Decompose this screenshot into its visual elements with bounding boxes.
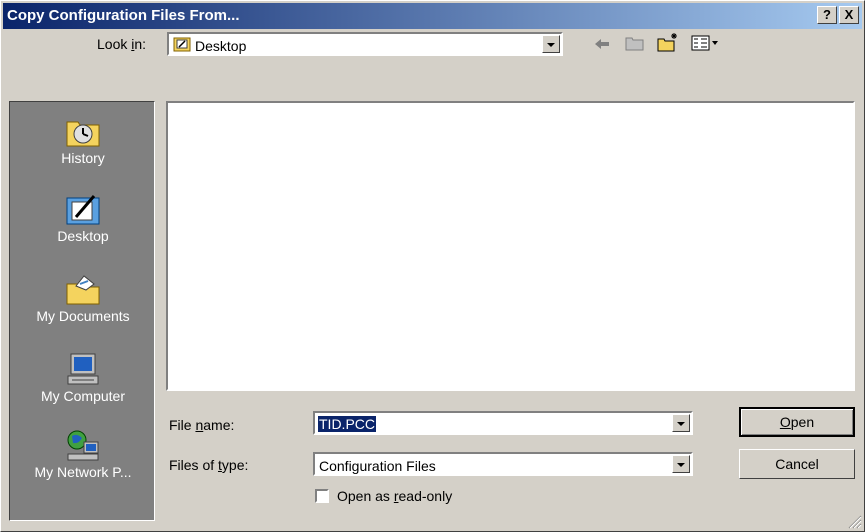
places-bar: History Desktop My Documents My Computer… (9, 101, 155, 521)
place-history[interactable]: History (10, 114, 156, 166)
desktop-icon (66, 195, 100, 225)
place-desktop[interactable]: Desktop (10, 192, 156, 244)
close-button[interactable]: X (839, 6, 859, 24)
my-computer-icon (67, 353, 99, 385)
lookin-dropdown-arrow[interactable] (542, 35, 560, 53)
filename-input[interactable]: TID.PCC (313, 411, 693, 435)
place-network[interactable]: My Network P... (10, 428, 156, 480)
place-label: My Documents (36, 308, 130, 324)
place-label: Desktop (57, 228, 109, 244)
place-my-computer[interactable]: My Computer (10, 352, 156, 404)
open-button[interactable]: Open (739, 407, 855, 437)
new-folder-icon[interactable] (657, 32, 679, 52)
desktop-small-icon (173, 37, 191, 52)
lookin-label: Look in: (97, 36, 147, 52)
readonly-label[interactable]: Open as read-only (337, 488, 452, 504)
filetype-label: Files of type: (169, 457, 249, 473)
place-my-documents[interactable]: My Documents (10, 272, 156, 324)
resize-grip-icon[interactable] (848, 515, 862, 529)
filetype-combo[interactable]: Configuration Files (313, 452, 693, 476)
dialog-title: Copy Configuration Files From... (7, 7, 240, 24)
network-icon (67, 430, 99, 461)
file-dialog: Copy Configuration Files From... ? X Loo… (0, 0, 865, 532)
place-label: My Computer (40, 388, 126, 404)
title-bar[interactable]: Copy Configuration Files From... ? X (3, 3, 862, 29)
my-documents-icon (66, 275, 100, 305)
lookin-combo[interactable]: Desktop (167, 32, 563, 56)
help-button[interactable]: ? (817, 6, 837, 24)
view-menu-icon[interactable] (691, 35, 721, 51)
readonly-checkbox[interactable] (315, 489, 329, 503)
history-icon (66, 121, 100, 147)
back-icon[interactable] (593, 37, 611, 51)
filetype-value: Configuration Files (319, 458, 436, 474)
lookin-value: Desktop (195, 38, 247, 54)
cancel-button[interactable]: Cancel (739, 449, 855, 479)
up-folder-icon[interactable] (625, 34, 645, 52)
file-list[interactable] (166, 101, 855, 391)
filename-dropdown-arrow[interactable] (672, 414, 690, 432)
place-label: My Network P... (34, 464, 132, 480)
filename-value: TID.PCC (317, 415, 377, 433)
filetype-dropdown-arrow[interactable] (672, 455, 690, 473)
filename-label: File name: (169, 417, 235, 433)
place-label: History (61, 150, 105, 166)
